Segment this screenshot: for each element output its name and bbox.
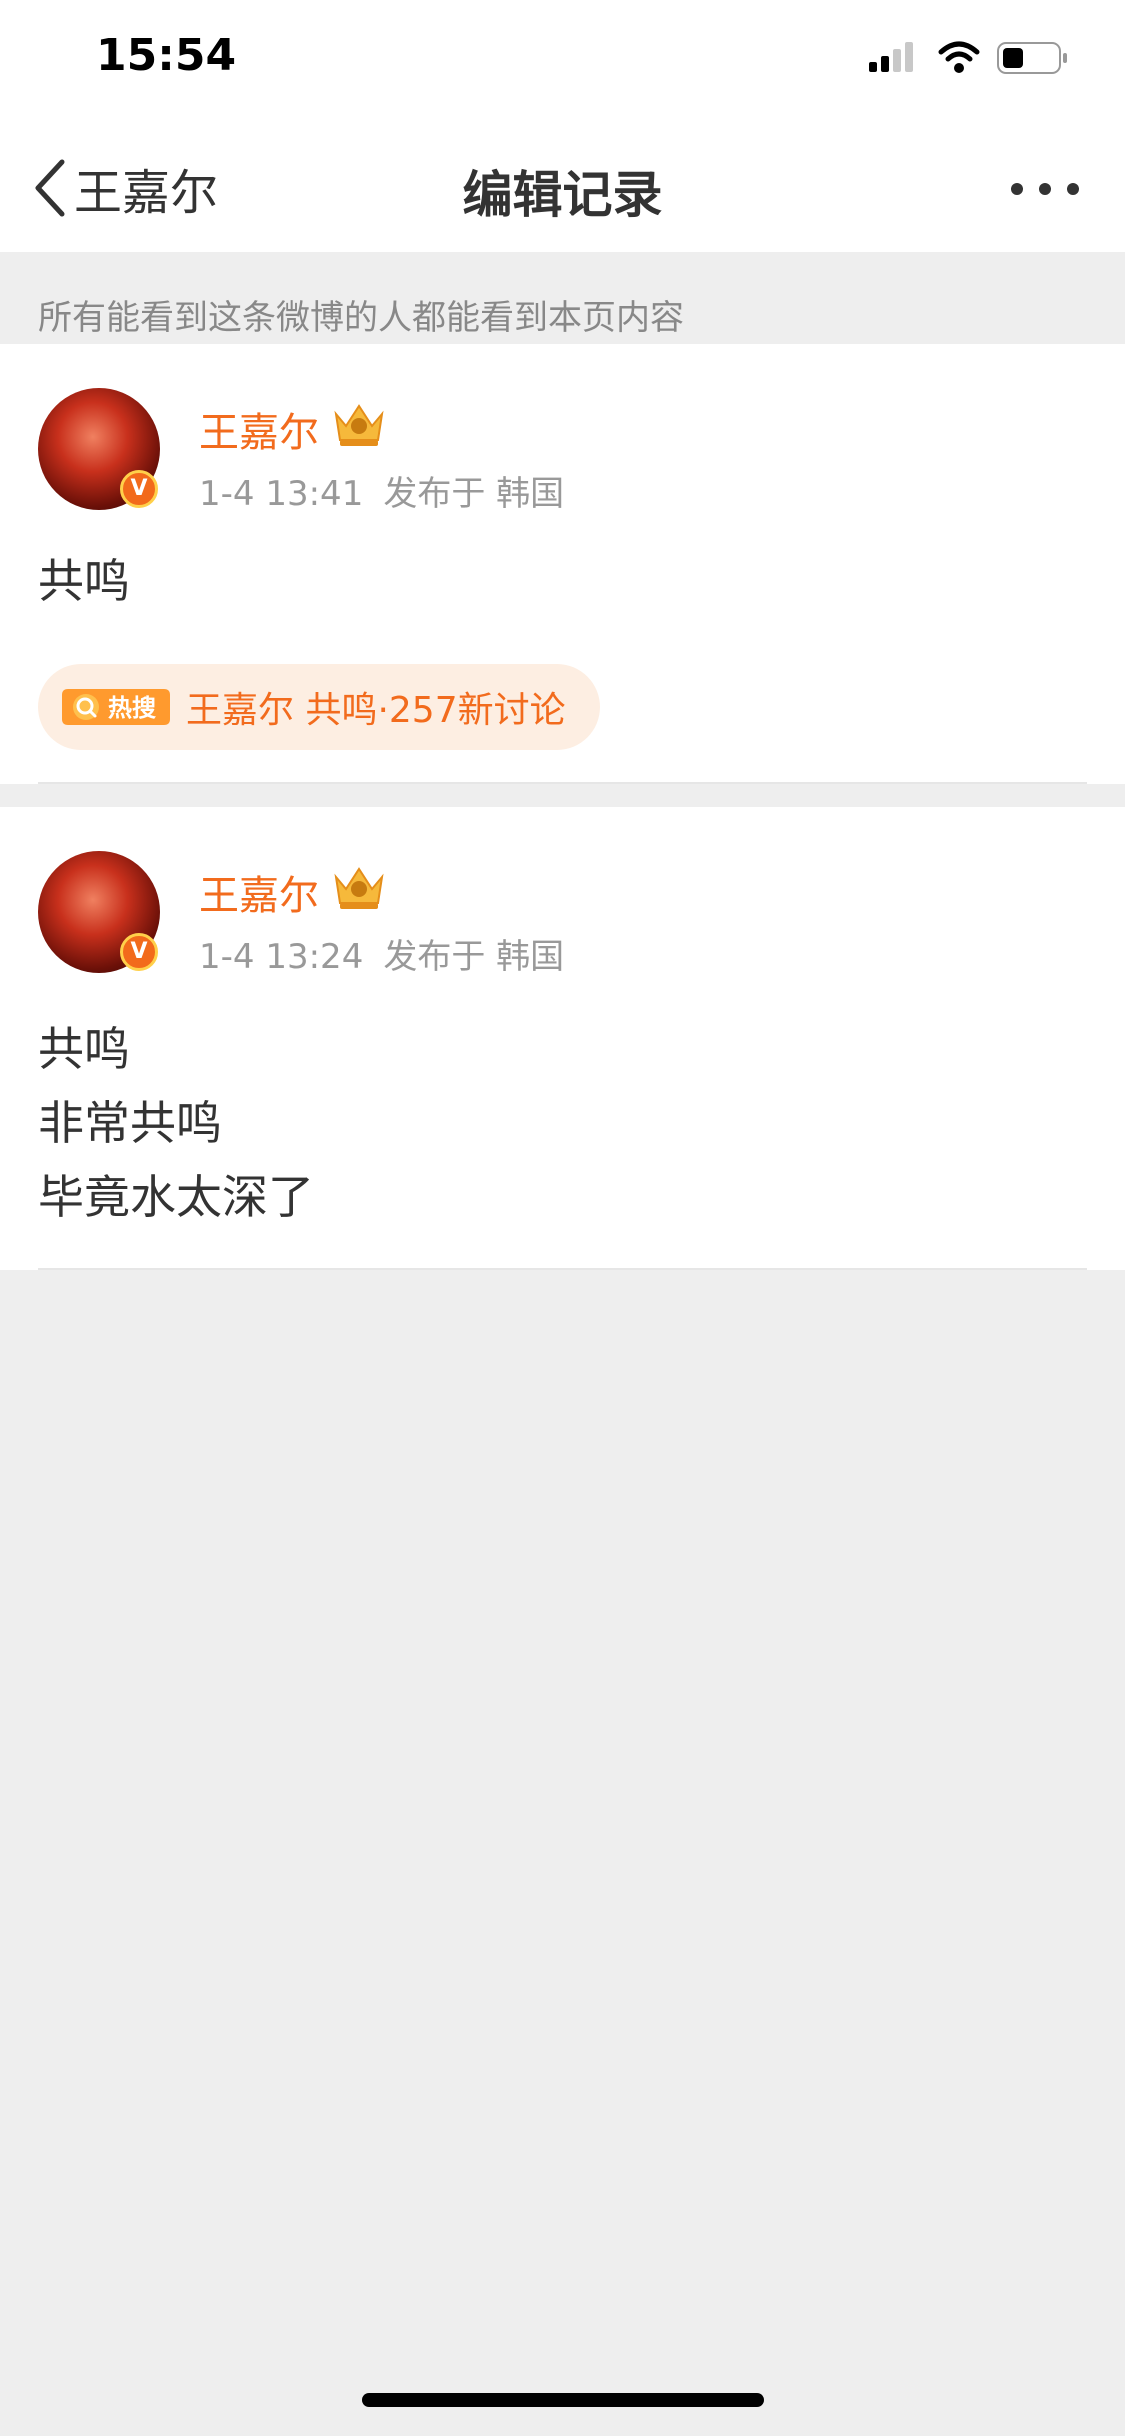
edit-record-card: V 王嘉尔 1-4 13:24 发布于 韩国 共鸣 非常共鸣 毕竟水太深了 [0,807,1125,1270]
post-source: 发布于 韩国 [383,937,565,977]
post-date: 1-4 13:24 [199,937,364,977]
edit-record-card: V 王嘉尔 1-4 13:41 发布于 韩国 共鸣 热搜 王嘉尔 共鸣·257新讨… [0,344,1125,784]
visibility-notice: 所有能看到这条微博的人都能看到本页内容 [0,252,1125,344]
username[interactable]: 王嘉尔 [199,400,319,458]
hot-search-link[interactable]: 热搜 王嘉尔 共鸣·257新讨论 [38,664,600,750]
post-date: 1-4 13:41 [199,474,364,514]
avatar[interactable]: V [38,851,160,973]
hot-search-tag-icon: 热搜 [62,689,170,725]
wifi-icon [938,41,980,73]
signal-icon [869,42,913,72]
notice-text: 所有能看到这条微博的人都能看到本页内容 [38,298,684,338]
navigation-bar: 王嘉尔 编辑记录 [0,125,1125,252]
avatar[interactable]: V [38,388,160,510]
status-time: 15:54 [96,30,237,81]
page-title: 编辑记录 [462,166,663,224]
post-meta: 1-4 13:41 发布于 韩国 [199,466,564,515]
hot-search-tag-label: 热搜 [108,694,156,722]
status-bar: 15:54 [0,0,1125,125]
more-icon[interactable] [1005,169,1085,209]
home-indicator[interactable] [362,2393,764,2407]
status-icons [869,41,1067,74]
post-line: 非常共鸣 [38,1096,222,1150]
post-line: 毕竟水太深了 [38,1170,314,1224]
battery-icon [997,42,1067,74]
post-content: 共鸣 [38,544,130,618]
crown-icon [334,867,384,909]
post-line: 共鸣 [38,1022,130,1076]
verified-badge-icon: V [120,470,158,508]
post-meta: 1-4 13:24 发布于 韩国 [199,929,564,978]
divider [38,1268,1087,1270]
post-source: 发布于 韩国 [383,474,565,514]
hot-search-text: 王嘉尔 共鸣·257新讨论 [186,690,566,731]
verified-badge-icon: V [120,933,158,971]
username[interactable]: 王嘉尔 [199,863,319,921]
divider [38,782,1087,784]
crown-icon [334,404,384,446]
post-content: 共鸣 非常共鸣 毕竟水太深了 [38,1012,314,1234]
post-line: 共鸣 [38,554,130,608]
